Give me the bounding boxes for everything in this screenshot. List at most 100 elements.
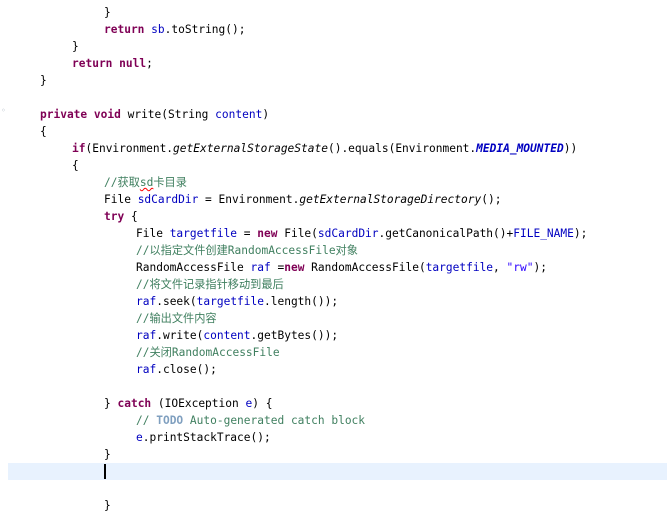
editor-ruler: ◦ bbox=[0, 0, 8, 502]
token-kw: return bbox=[72, 57, 113, 70]
code-line[interactable]: { bbox=[8, 157, 667, 174]
token-text: } bbox=[104, 6, 111, 19]
token-field: content bbox=[215, 108, 263, 121]
code-content: //将文件记录指针移动到最后 bbox=[136, 276, 284, 293]
code-content: //获取sd卡目录 bbox=[104, 174, 187, 191]
token-text: ; bbox=[146, 57, 153, 70]
code-line[interactable]: RandomAccessFile raf =new RandomAccessFi… bbox=[8, 259, 667, 276]
code-line[interactable]: e.printStackTrace(); bbox=[8, 429, 667, 446]
token-text: .close(); bbox=[156, 363, 217, 376]
code-line[interactable]: //以指定文件创建RandomAccessFile对象 bbox=[8, 242, 667, 259]
code-line[interactable]: //将文件记录指针移动到最后 bbox=[8, 276, 667, 293]
code-line[interactable]: return null; bbox=[8, 55, 667, 72]
code-line[interactable] bbox=[8, 89, 667, 106]
code-line[interactable]: //关闭RandomAccessFile bbox=[8, 344, 667, 361]
token-text: RandomAccessFile( bbox=[304, 261, 426, 274]
token-text: (); bbox=[481, 193, 502, 206]
code-line[interactable]: try { bbox=[8, 208, 667, 225]
token-kw: void bbox=[93, 108, 121, 121]
code-line[interactable]: } bbox=[8, 72, 667, 89]
text-caret bbox=[104, 464, 106, 479]
token-text: (IOException bbox=[151, 397, 246, 410]
token-field: sdCardDir bbox=[137, 193, 199, 206]
token-text: .getCanonicalPath()+ bbox=[378, 227, 514, 240]
code-content: // TODO Auto-generated catch block bbox=[136, 412, 365, 429]
code-line[interactable]: File sdCardDir = Environment.getExternal… bbox=[8, 191, 667, 208]
code-content: return sb.toString(); bbox=[104, 21, 245, 38]
token-kw: new bbox=[284, 261, 305, 274]
token-comment: //获取 bbox=[104, 176, 140, 189]
token-text: = bbox=[270, 261, 285, 274]
token-kw: private bbox=[40, 108, 88, 121]
code-line[interactable]: } bbox=[8, 446, 667, 463]
token-field: e bbox=[136, 431, 143, 444]
code-line[interactable]: return sb.toString(); bbox=[8, 21, 667, 38]
token-comment: // bbox=[136, 414, 157, 427]
code-line[interactable]: } bbox=[8, 38, 667, 55]
token-field: targetfile bbox=[425, 261, 494, 274]
code-line[interactable]: } bbox=[8, 497, 667, 514]
token-field: raf bbox=[250, 261, 271, 274]
token-smethod: getExternalStorageDirectory bbox=[299, 193, 482, 206]
token-comment: //输出文件内容 bbox=[136, 312, 217, 325]
token-field: sb bbox=[151, 23, 165, 36]
code-line[interactable]: } catch (IOException e) { bbox=[8, 395, 667, 412]
code-line[interactable]: raf.seek(targetfile.length()); bbox=[8, 293, 667, 310]
code-editor[interactable]: } return sb.toString();} return null;} priv… bbox=[8, 0, 667, 512]
code-content: //输出文件内容 bbox=[136, 310, 217, 327]
token-text: } bbox=[104, 499, 111, 512]
current-line[interactable] bbox=[8, 463, 667, 480]
code-content: raf.seek(targetfile.length()); bbox=[136, 293, 338, 310]
token-field: raf bbox=[136, 363, 157, 376]
code-content: { bbox=[40, 123, 47, 140]
code-content: raf.close(); bbox=[136, 361, 217, 378]
token-comment-typo: sd bbox=[139, 176, 154, 189]
token-field: content bbox=[203, 329, 251, 342]
token-string: "rw" bbox=[506, 261, 534, 274]
token-field: targetfile bbox=[169, 227, 238, 240]
code-content: } catch (IOException e) { bbox=[104, 395, 272, 412]
token-comment: Auto-generated catch block bbox=[183, 414, 366, 427]
token-text: .length()); bbox=[264, 295, 339, 308]
code-line[interactable]: private void write(String content) bbox=[8, 106, 667, 123]
code-line[interactable] bbox=[8, 378, 667, 395]
token-text: .printStackTrace(); bbox=[142, 431, 271, 444]
code-line[interactable] bbox=[8, 480, 667, 497]
token-comment: //以指定文件创建RandomAccessFile对象 bbox=[136, 244, 358, 257]
code-content: return null; bbox=[72, 55, 153, 72]
code-line[interactable]: if(Environment.getExternalStorageState()… bbox=[8, 140, 667, 157]
code-content: RandomAccessFile raf =new RandomAccessFi… bbox=[136, 259, 547, 276]
code-line[interactable]: } bbox=[8, 4, 667, 21]
code-line[interactable]: //输出文件内容 bbox=[8, 310, 667, 327]
token-text: } bbox=[40, 74, 47, 87]
token-text: , bbox=[493, 261, 507, 274]
token-field: raf bbox=[136, 295, 157, 308]
token-text: ) { bbox=[252, 397, 273, 410]
code-content: private void write(String content) bbox=[40, 106, 269, 123]
code-line[interactable]: raf.write(content.getBytes()); bbox=[8, 327, 667, 344]
code-line[interactable]: //获取sd卡目录 bbox=[8, 174, 667, 191]
token-kw: if bbox=[72, 142, 86, 155]
fold-marker-icon[interactable]: ◦ bbox=[1, 107, 6, 115]
token-field: FILE_NAME bbox=[513, 227, 574, 240]
token-kw: catch bbox=[117, 397, 152, 410]
code-line[interactable]: { bbox=[8, 123, 667, 140]
token-text: .getBytes()); bbox=[250, 329, 339, 342]
code-content: //关闭RandomAccessFile bbox=[136, 344, 280, 361]
token-kw: null bbox=[119, 57, 147, 70]
code-line[interactable]: File targetfile = new File(sdCardDir.get… bbox=[8, 225, 667, 242]
code-line[interactable]: // TODO Auto-generated catch block bbox=[8, 412, 667, 429]
token-text: ) bbox=[262, 108, 270, 121]
token-text: File bbox=[136, 227, 170, 240]
code-content: e.printStackTrace(); bbox=[136, 429, 271, 446]
token-text: { bbox=[72, 159, 79, 172]
token-text: .toString(); bbox=[164, 23, 246, 36]
token-comment: //将文件记录指针移动到最后 bbox=[136, 278, 284, 291]
token-text: )) bbox=[563, 142, 578, 155]
token-text: } bbox=[72, 40, 79, 53]
token-text: .seek( bbox=[156, 295, 197, 308]
code-line[interactable]: raf.close(); bbox=[8, 361, 667, 378]
token-text: File bbox=[104, 193, 138, 206]
token-smethod: getExternalStorageState bbox=[173, 142, 328, 155]
code-content: File targetfile = new File(sdCardDir.get… bbox=[136, 225, 587, 242]
